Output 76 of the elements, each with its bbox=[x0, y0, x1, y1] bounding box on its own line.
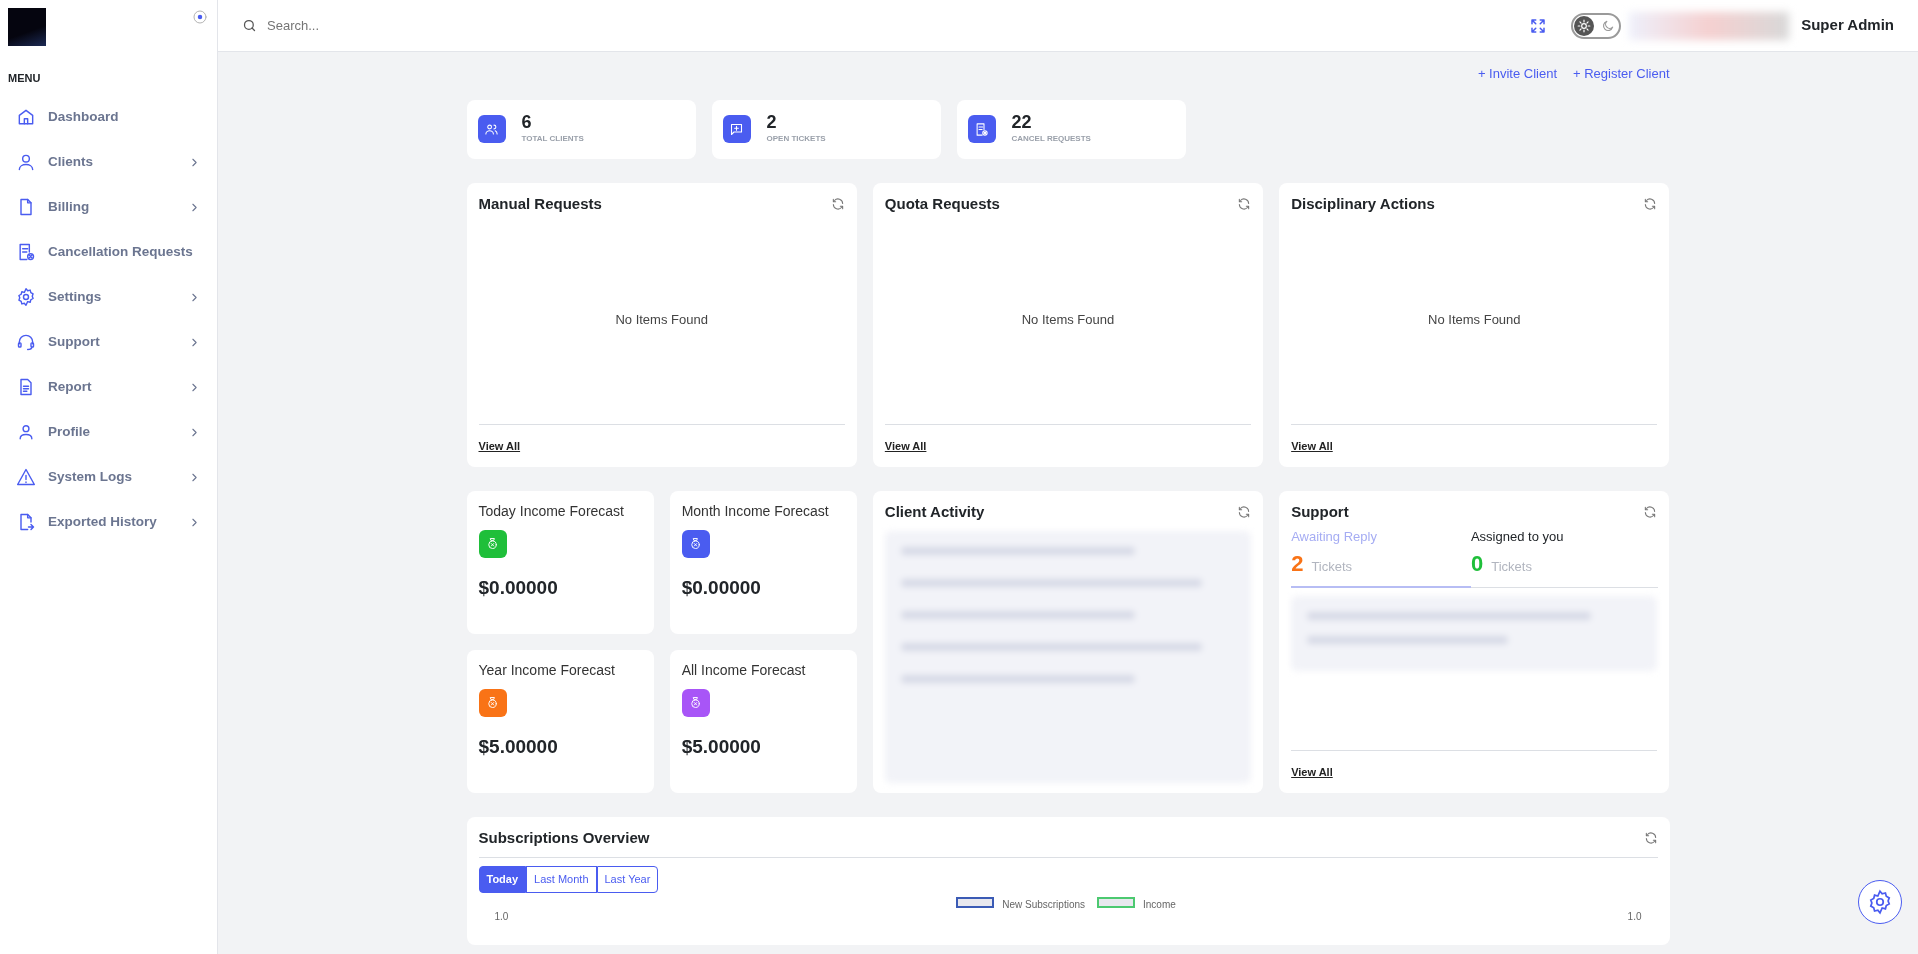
legend-label: Income bbox=[1143, 897, 1176, 912]
moon-icon bbox=[1601, 18, 1616, 33]
refresh-icon bbox=[1643, 504, 1658, 519]
panel-title: Disciplinary Actions bbox=[1291, 193, 1435, 214]
support-tab[interactable]: Awaiting Reply 2 Tickets bbox=[1291, 527, 1471, 588]
range-tab[interactable]: Today bbox=[478, 866, 527, 893]
sidebar-item[interactable]: Support bbox=[0, 319, 217, 365]
sidebar-item[interactable]: Profile bbox=[0, 409, 217, 455]
panel-title: Client Activity bbox=[884, 501, 985, 522]
house-icon bbox=[16, 107, 36, 127]
search-icon bbox=[242, 18, 257, 33]
collapse-icon bbox=[191, 8, 209, 26]
refresh-icon bbox=[1237, 196, 1252, 211]
sidebar-item[interactable]: Cancellation Requests bbox=[0, 229, 217, 275]
sidebar-item[interactable]: System Logs bbox=[0, 454, 217, 500]
panel-title: Quota Requests bbox=[884, 193, 1000, 214]
stat-label: CANCEL REQUESTS bbox=[1011, 132, 1091, 145]
sun-icon bbox=[1577, 18, 1592, 33]
menu-heading: MENU bbox=[7, 71, 42, 86]
forecast-amount: $0.00000 bbox=[478, 575, 559, 600]
stat-label: TOTAL CLIENTS bbox=[521, 132, 584, 145]
refresh-icon bbox=[1643, 196, 1658, 211]
range-tab[interactable]: Last Year bbox=[596, 866, 659, 893]
empty-message: No Items Found bbox=[1021, 310, 1115, 329]
people-icon bbox=[484, 121, 499, 137]
range-tab[interactable]: Last Month bbox=[526, 866, 597, 893]
headset-icon bbox=[16, 332, 36, 352]
empty-message: No Items Found bbox=[615, 310, 708, 329]
warning-icon bbox=[16, 467, 36, 487]
forecast-title: Today Income Forecast bbox=[478, 501, 625, 521]
axis-tick-label: 1.0 bbox=[494, 911, 509, 922]
panel-title: Manual Requests bbox=[478, 193, 602, 214]
stat-value: 6 bbox=[521, 113, 533, 133]
fullscreen-icon bbox=[1529, 16, 1548, 35]
forecast-title: All Income Forecast bbox=[681, 660, 807, 680]
legend-label: New Subscriptions bbox=[1002, 897, 1085, 912]
gear-icon bbox=[16, 287, 36, 307]
money-bag-icon bbox=[485, 695, 500, 710]
forecast-title: Month Income Forecast bbox=[681, 501, 830, 521]
action-link[interactable]: + Register Client bbox=[1573, 64, 1670, 84]
refresh-icon bbox=[830, 196, 845, 211]
view-all-link[interactable]: View All bbox=[1291, 765, 1333, 778]
forecast-amount: $5.00000 bbox=[478, 734, 559, 759]
panel-title: Support bbox=[1291, 501, 1349, 522]
view-all-link[interactable]: View All bbox=[884, 439, 927, 452]
stat-value: 22 bbox=[1011, 113, 1033, 133]
sidebar-item[interactable]: Billing bbox=[0, 184, 217, 230]
refresh-icon bbox=[1237, 504, 1252, 519]
action-link[interactable]: + Invite Client bbox=[1477, 64, 1558, 84]
settings-icon bbox=[1867, 889, 1893, 915]
document-cancel-icon bbox=[16, 242, 36, 262]
chat-plus-icon bbox=[729, 121, 744, 137]
view-all-link[interactable]: View All bbox=[478, 439, 521, 452]
axis-tick-label: 1.0 bbox=[1627, 911, 1642, 922]
forecast-title: Year Income Forecast bbox=[478, 660, 616, 680]
document-cancel-icon bbox=[974, 121, 989, 137]
person-icon bbox=[16, 152, 36, 172]
refresh-icon bbox=[1643, 830, 1658, 845]
user-name[interactable]: Super Admin bbox=[1801, 14, 1894, 37]
sidebar-item[interactable]: Clients bbox=[0, 139, 217, 185]
logo-image bbox=[8, 8, 46, 46]
sidebar-item[interactable]: Dashboard bbox=[0, 94, 217, 140]
stat-label: OPEN TICKETS bbox=[766, 132, 826, 145]
sidebar-item[interactable]: Settings bbox=[0, 274, 217, 320]
stat-value: 2 bbox=[766, 113, 778, 133]
sidebar-item[interactable]: Exported History bbox=[0, 499, 217, 545]
view-all-link[interactable]: View All bbox=[1291, 439, 1333, 452]
forecast-amount: $5.00000 bbox=[681, 734, 762, 759]
settings-button[interactable] bbox=[1858, 880, 1902, 924]
money-bag-icon bbox=[485, 536, 500, 551]
support-tab[interactable]: Assigned to you 0 Tickets bbox=[1470, 527, 1658, 588]
theme-toggle[interactable] bbox=[1571, 12, 1622, 39]
empty-message: No Items Found bbox=[1428, 310, 1521, 329]
panel-title: Subscriptions Overview bbox=[478, 827, 650, 848]
sidebar-item[interactable]: Report bbox=[0, 364, 217, 410]
forecast-amount: $0.00000 bbox=[681, 575, 762, 600]
